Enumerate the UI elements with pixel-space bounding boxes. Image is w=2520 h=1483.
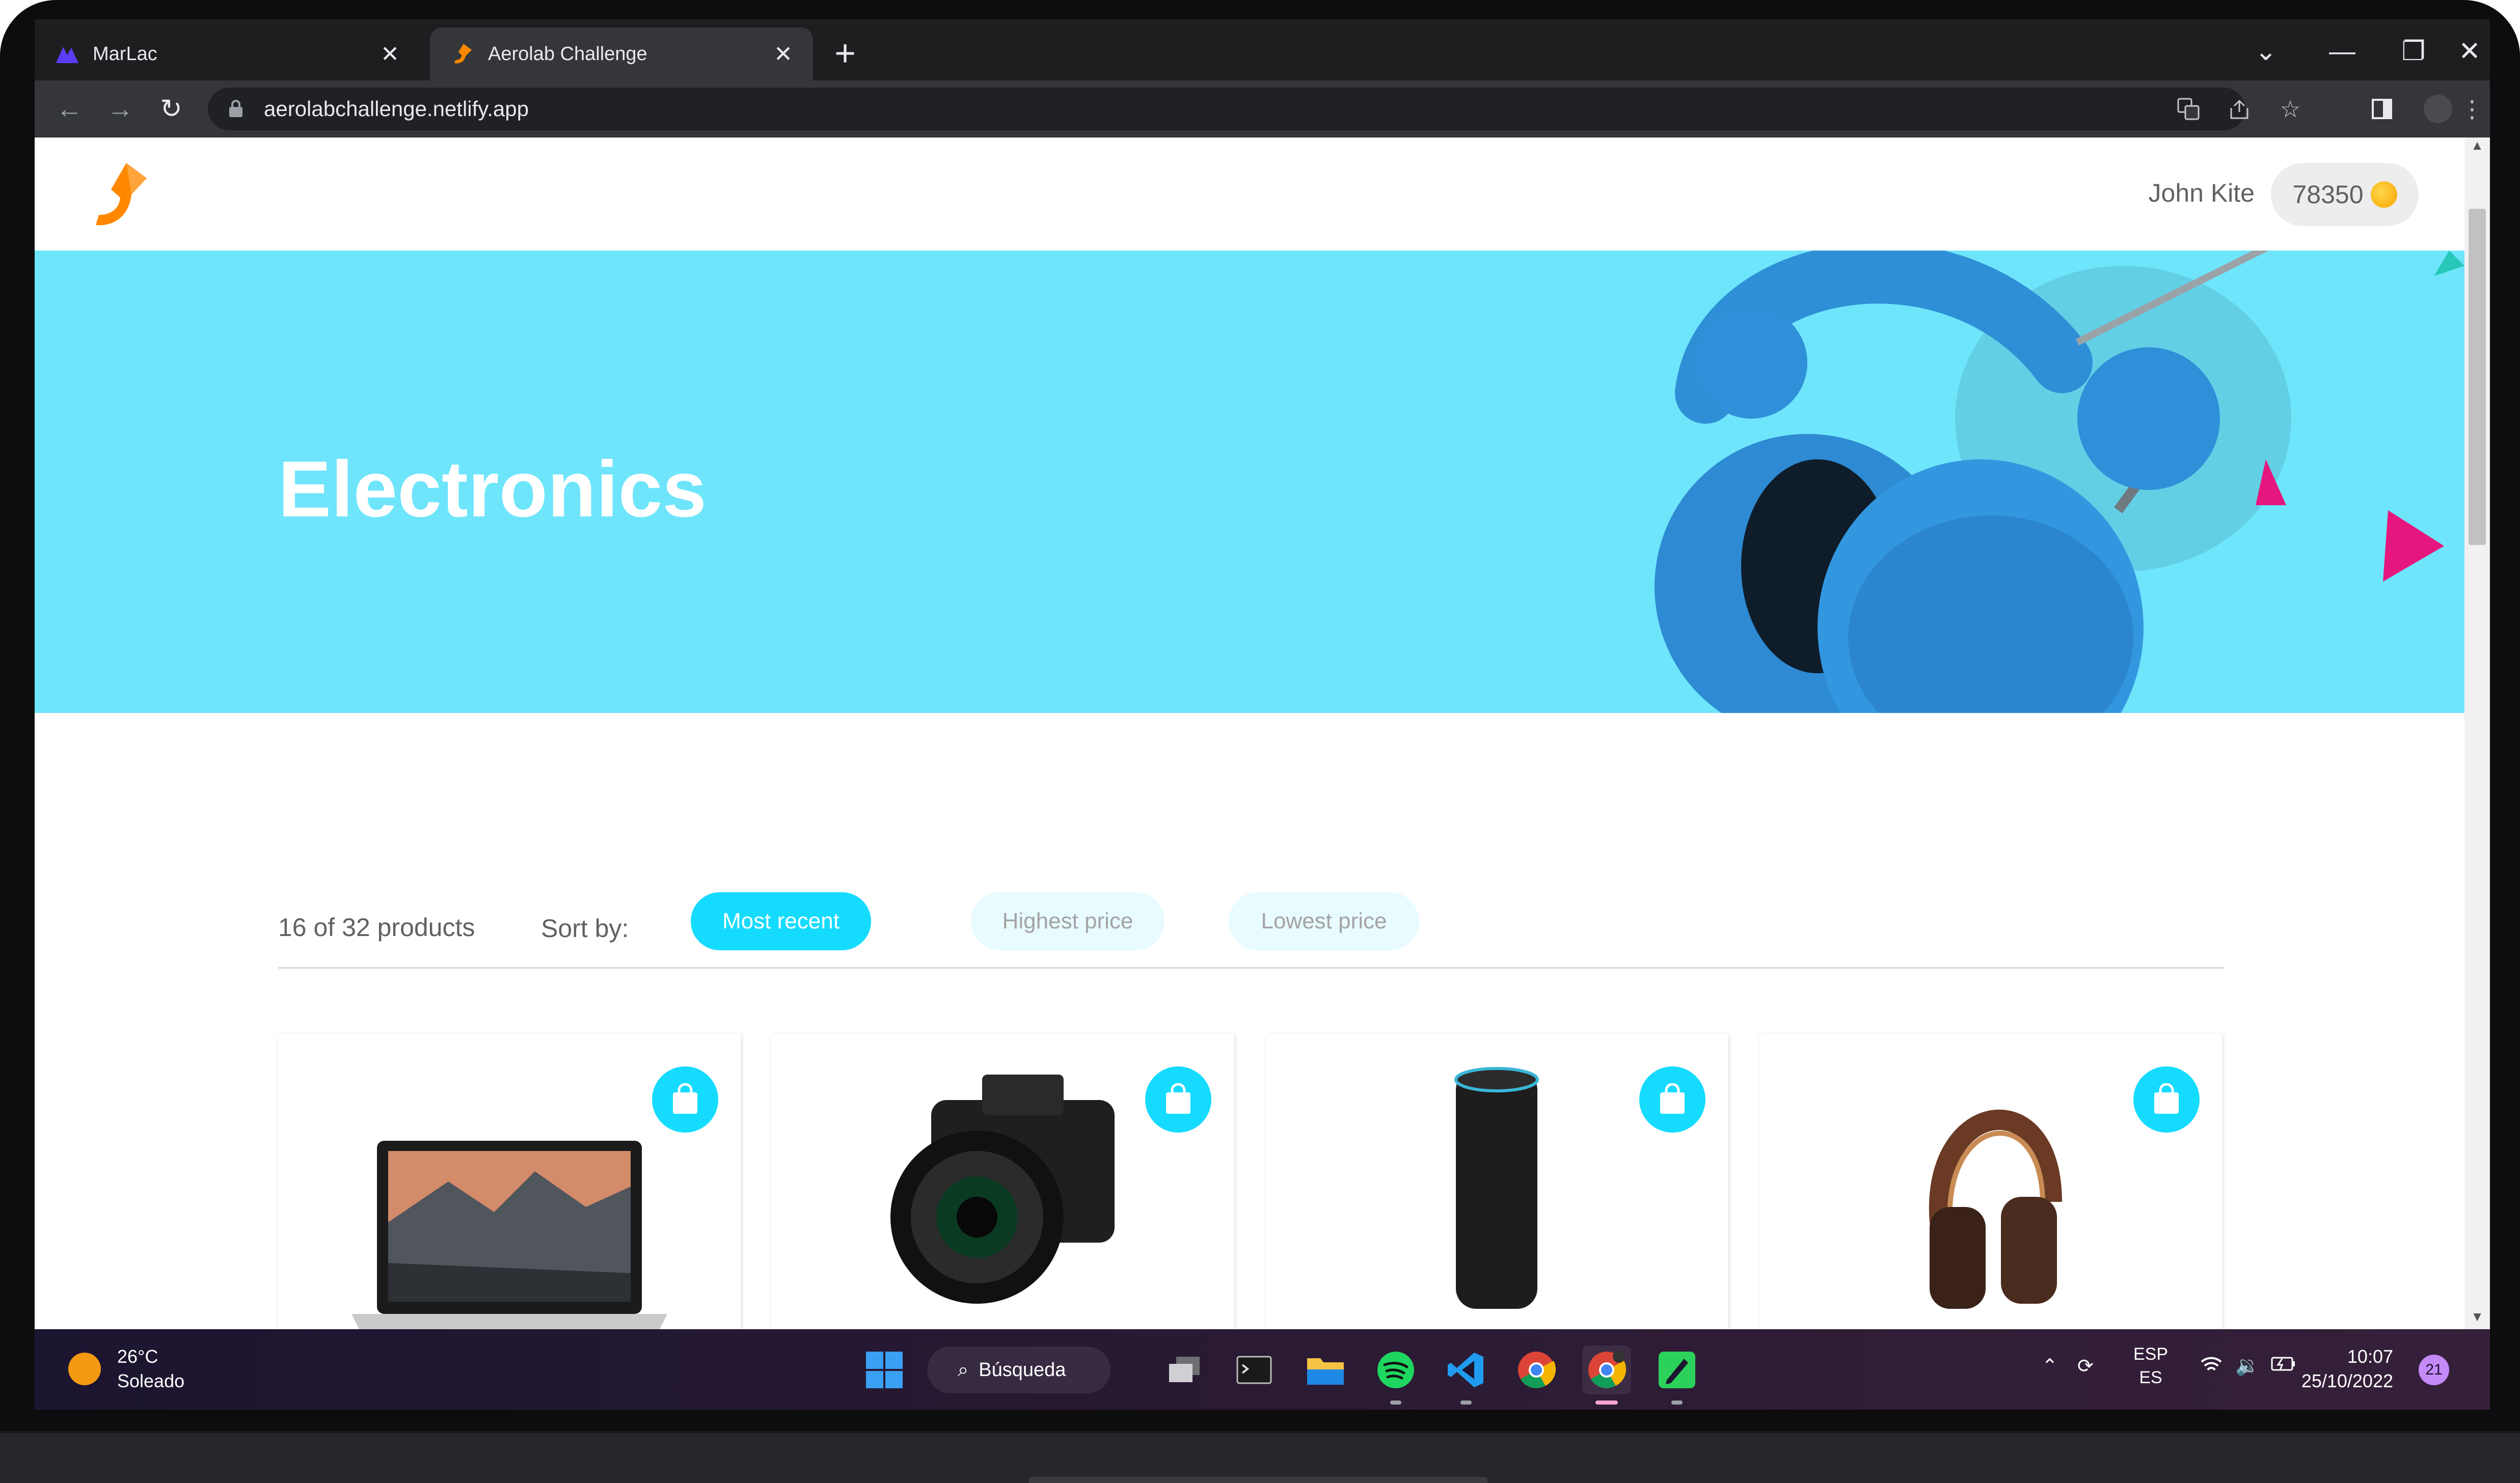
address-bar[interactable]: aerolabchallenge.netlify.app: [208, 88, 2245, 130]
sun-icon: [68, 1353, 101, 1385]
profile-avatar-icon[interactable]: [2419, 90, 2457, 128]
vscode-icon[interactable]: [1442, 1345, 1491, 1394]
product-count: 16 of 32 products: [278, 913, 475, 942]
aerolab-logo-icon: [450, 42, 475, 66]
chrome-icon[interactable]: [1512, 1345, 1561, 1394]
chrome-profile-icon[interactable]: [1582, 1345, 1631, 1394]
canon-eos-camera-image: [771, 1049, 1234, 1314]
tab-marlac[interactable]: MarLac ✕: [35, 28, 420, 80]
product-grid: [278, 1034, 2224, 1329]
scroll-up-arrow-icon[interactable]: ▲: [2464, 138, 2490, 158]
browser-toolbar: ← → ↻ aerolabchallenge.netlify.app ☆ ⋮: [35, 80, 2490, 138]
weather-condition: Soleado: [117, 1370, 185, 1391]
product-card[interactable]: [1265, 1034, 1728, 1329]
spotify-icon[interactable]: [1371, 1345, 1420, 1394]
system-clock[interactable]: 10:07 25/10/2022: [2291, 1344, 2393, 1393]
close-tab-icon[interactable]: ✕: [774, 41, 793, 67]
tab-search-icon[interactable]: ⌄: [2230, 29, 2301, 74]
language-bottom: ES: [2139, 1368, 2162, 1387]
search-icon: ⌕: [958, 1359, 969, 1381]
coin-icon: [2370, 181, 2397, 208]
tab-aerolab[interactable]: Aerolab Challenge ✕: [430, 28, 813, 80]
share-icon[interactable]: [2220, 90, 2259, 128]
marlac-logo-icon: [55, 42, 79, 66]
bookmark-star-icon[interactable]: ☆: [2271, 90, 2310, 128]
lock-icon: [229, 100, 242, 117]
amazon-echo-speaker-image: [1265, 1049, 1728, 1314]
weather-temp: 26°C: [117, 1346, 158, 1367]
product-card[interactable]: [278, 1034, 741, 1329]
side-panel-icon[interactable]: [2363, 90, 2401, 128]
site-header: John Kite 78350: [35, 138, 2464, 251]
scrollbar-thumb[interactable]: [2469, 209, 2486, 545]
screen: MarLac ✕ Aerolab Challenge ✕ + ⌄ — ❐ ✕ ←…: [35, 19, 2490, 1410]
close-window-icon[interactable]: ✕: [2449, 29, 2490, 74]
macbook-pro-laptop-image: [278, 1080, 741, 1329]
sync-icon[interactable]: ⟳: [2077, 1355, 2094, 1378]
file-explorer-icon[interactable]: [1301, 1345, 1350, 1394]
language-indicator[interactable]: ESP ES: [2133, 1342, 2168, 1389]
laptop-base: [0, 1431, 2520, 1483]
weather-widget[interactable]: 26°C Soleado: [68, 1344, 184, 1393]
new-tab-button[interactable]: +: [834, 33, 856, 74]
aerolab-logo-icon[interactable]: [80, 158, 157, 234]
task-view-icon[interactable]: [1160, 1345, 1209, 1394]
running-indicator: [1671, 1400, 1683, 1405]
back-icon[interactable]: ←: [50, 90, 89, 128]
windows-start-icon[interactable]: [860, 1345, 909, 1394]
clock-date: 25/10/2022: [2301, 1370, 2393, 1391]
sort-highest-price-button[interactable]: Highest price: [971, 892, 1164, 950]
terminal-icon[interactable]: [1230, 1345, 1279, 1394]
forward-icon[interactable]: →: [101, 90, 140, 128]
user-name: John Kite: [2148, 179, 2255, 207]
web-page: John Kite 78350 Electronics 16 of 32 pro…: [35, 138, 2464, 1329]
product-filters: 16 of 32 products Sort by: Most recent H…: [278, 892, 2224, 969]
tab-title: Aerolab Challenge: [488, 43, 647, 65]
browser-tab-bar: MarLac ✕ Aerolab Challenge ✕ + ⌄ — ❐ ✕: [35, 19, 2490, 80]
sort-most-recent-button[interactable]: Most recent: [691, 892, 871, 950]
menu-kebab-icon[interactable]: ⋮: [2459, 90, 2485, 128]
laptop-notch: [1029, 1477, 1487, 1483]
notepad-app-icon[interactable]: [1652, 1345, 1701, 1394]
reload-icon[interactable]: ↻: [152, 90, 191, 128]
taskbar-search[interactable]: ⌕ Búsqueda: [927, 1347, 1110, 1393]
hero-banner: Electronics: [35, 251, 2464, 713]
clock-time: 10:07: [2347, 1346, 2393, 1367]
running-indicator: [1390, 1400, 1401, 1405]
language-top: ESP: [2133, 1344, 2169, 1364]
translate-icon[interactable]: [2169, 90, 2208, 128]
restore-icon[interactable]: ❐: [2378, 29, 2449, 74]
running-indicator: [1460, 1400, 1472, 1405]
sort-label: Sort by:: [541, 914, 629, 943]
product-card[interactable]: [1759, 1034, 2222, 1329]
wifi-icon[interactable]: [2200, 1355, 2223, 1379]
user-points-badge: 78350: [2271, 163, 2419, 226]
marshall-headphones-image: [1759, 1049, 2222, 1314]
notification-badge[interactable]: 21: [2419, 1355, 2449, 1385]
hero-title: Electronics: [278, 445, 707, 534]
scroll-down-arrow-icon[interactable]: ▼: [2464, 1309, 2490, 1329]
search-label: Búsqueda: [979, 1359, 1066, 1381]
points-value: 78350: [2292, 180, 2364, 209]
product-card[interactable]: [771, 1034, 1234, 1329]
page-scrollbar[interactable]: ▲ ▼: [2464, 138, 2490, 1329]
volume-icon[interactable]: 🔉: [2235, 1355, 2259, 1377]
active-indicator: [1595, 1400, 1618, 1405]
minimize-icon[interactable]: —: [2307, 29, 2378, 74]
url-text: aerolabchallenge.netlify.app: [264, 97, 529, 121]
sort-lowest-price-button[interactable]: Lowest price: [1229, 892, 1419, 950]
windows-taskbar: 26°C Soleado ⌕ Búsqueda ⌃ ⟳ ESP ES 🔉 10:…: [35, 1329, 2490, 1410]
headphones-illustration: [1655, 251, 2464, 713]
close-tab-icon[interactable]: ✕: [381, 41, 399, 67]
show-hidden-icons-chevron-icon[interactable]: ⌃: [2042, 1355, 2058, 1378]
tab-title: MarLac: [93, 43, 157, 65]
